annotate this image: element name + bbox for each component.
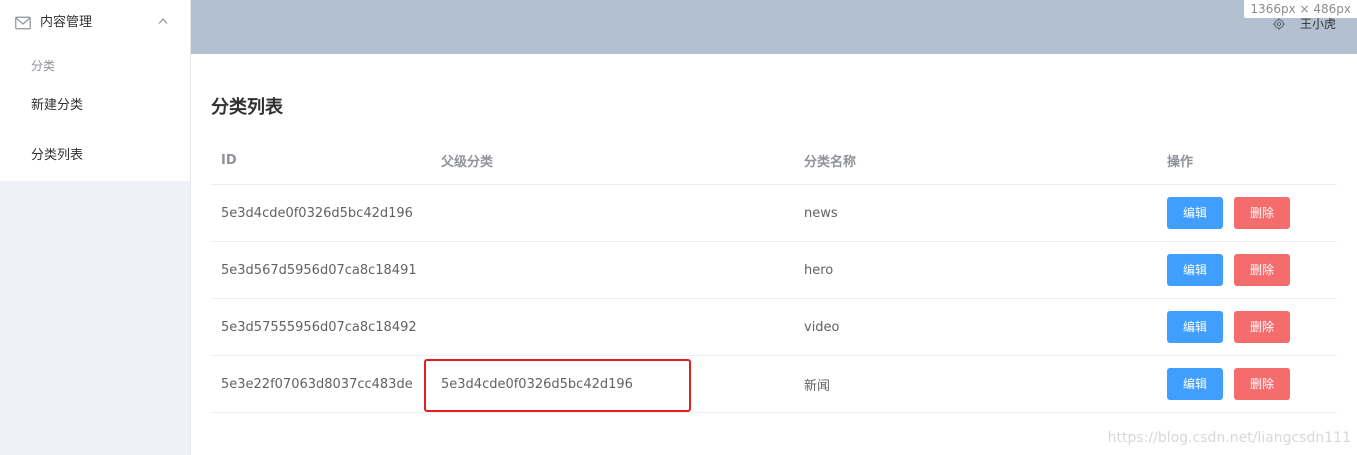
column-header-id: ID xyxy=(221,153,237,168)
submenu-title-label: 内容管理 xyxy=(40,15,93,30)
page-title: 分类列表 xyxy=(211,97,283,118)
table-row: 5e3d4cde0f0326d5bc42d196 news 编辑 删除 xyxy=(211,185,1337,242)
cell-actions: 编辑 删除 xyxy=(1167,185,1301,241)
user-name[interactable]: 王小虎 xyxy=(1300,16,1336,32)
sidebar-menu: 内容管理 分类 新建分类 分类列表 xyxy=(0,0,190,181)
column-header-actions: 操作 xyxy=(1167,155,1194,170)
top-header: 1366px × 486px 王小虎 xyxy=(191,0,1357,54)
table-row: 5e3e22f07063d8037cc483de 5e3d4cde0f0326d… xyxy=(211,356,1337,413)
chevron-up-icon[interactable] xyxy=(158,17,168,25)
cell-name: video xyxy=(804,319,840,335)
column-header-parent: 父级分类 xyxy=(441,155,494,170)
sidebar-item-new-category[interactable]: 新建分类 xyxy=(0,82,190,130)
submenu-content-management[interactable]: 内容管理 xyxy=(0,0,190,46)
column-header-name: 分类名称 xyxy=(804,155,857,170)
cell-id: 5e3e22f07063d8037cc483de xyxy=(221,376,413,392)
cell-actions: 编辑 删除 xyxy=(1167,299,1301,355)
cell-name: news xyxy=(804,205,838,221)
sidebar-item-label: 分类列表 xyxy=(31,148,84,163)
gear-icon[interactable] xyxy=(1273,18,1285,30)
edit-button[interactable]: 编辑 xyxy=(1167,368,1223,400)
delete-button[interactable]: 删除 xyxy=(1234,254,1290,286)
cell-name: 新闻 xyxy=(804,378,831,394)
cell-name: hero xyxy=(804,262,834,278)
delete-button[interactable]: 删除 xyxy=(1234,311,1290,343)
cell-id: 5e3d57555956d07ca8c18492 xyxy=(221,319,417,335)
menu-group-title: 分类 xyxy=(31,59,56,73)
cell-parent: 5e3d4cde0f0326d5bc42d196 xyxy=(441,376,633,392)
mail-icon xyxy=(15,16,31,30)
edit-button[interactable]: 编辑 xyxy=(1167,311,1223,343)
cell-id: 5e3d567d5956d07ca8c18491 xyxy=(221,262,417,278)
app-root: 内容管理 分类 新建分类 分类列表 1366px × 486px 王小虎 分类列… xyxy=(0,0,1357,455)
delete-button[interactable]: 删除 xyxy=(1234,368,1290,400)
sidebar-item-category-list[interactable]: 分类列表 xyxy=(0,132,190,180)
edit-button[interactable]: 编辑 xyxy=(1167,197,1223,229)
watermark: https://blog.csdn.net/liangcsdn111 xyxy=(1107,430,1351,446)
table-row: 5e3d567d5956d07ca8c18491 hero 编辑 删除 xyxy=(211,242,1337,299)
delete-button[interactable]: 删除 xyxy=(1234,197,1290,229)
table-header-row: ID 父级分类 分类名称 操作 xyxy=(211,137,1337,185)
edit-button[interactable]: 编辑 xyxy=(1167,254,1223,286)
category-table: ID 父级分类 分类名称 操作 5e3d4cde0f0326d5bc42d196… xyxy=(211,137,1337,413)
table-row: 5e3d57555956d07ca8c18492 video 编辑 删除 xyxy=(211,299,1337,356)
cell-id: 5e3d4cde0f0326d5bc42d196 xyxy=(221,205,413,221)
sidebar: 内容管理 分类 新建分类 分类列表 xyxy=(0,0,191,455)
cell-actions: 编辑 删除 xyxy=(1167,242,1301,298)
sidebar-item-label: 新建分类 xyxy=(31,98,84,113)
cell-actions: 编辑 删除 xyxy=(1167,356,1301,412)
